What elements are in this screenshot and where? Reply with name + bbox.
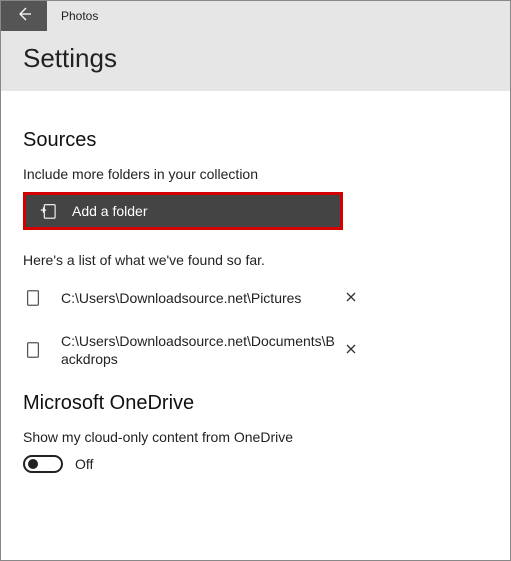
- remove-folder-button[interactable]: [339, 338, 363, 362]
- folder-path: C:\Users\Downloadsource.net\Documents\Ba…: [61, 332, 339, 368]
- sources-heading: Sources: [23, 129, 488, 152]
- sources-list-caption: Here's a list of what we've found so far…: [23, 252, 488, 268]
- add-folder-icon: [38, 202, 56, 220]
- app-title: Photos: [61, 9, 98, 23]
- close-icon: [346, 341, 356, 359]
- folder-row: C:\Users\Downloadsource.net\Pictures: [23, 286, 363, 310]
- onedrive-toggle[interactable]: [23, 455, 63, 473]
- folder-row: C:\Users\Downloadsource.net\Documents\Ba…: [23, 332, 363, 368]
- device-icon: [23, 289, 43, 307]
- arrow-left-icon: [16, 6, 32, 27]
- page-title: Settings: [23, 43, 510, 74]
- folder-path: C:\Users\Downloadsource.net\Pictures: [61, 289, 339, 307]
- titlebar: Photos Settings: [1, 1, 510, 91]
- onedrive-toggle-state: Off: [75, 456, 93, 472]
- sources-include-text: Include more folders in your collection: [23, 166, 488, 182]
- remove-folder-button[interactable]: [339, 286, 363, 310]
- add-folder-label: Add a folder: [72, 203, 148, 219]
- titlebar-top: Photos: [1, 1, 510, 31]
- back-button[interactable]: [1, 1, 47, 31]
- device-icon: [23, 341, 43, 359]
- content-area: Sources Include more folders in your col…: [1, 91, 510, 473]
- close-icon: [346, 289, 356, 307]
- add-folder-button[interactable]: Add a folder: [23, 192, 343, 230]
- onedrive-heading: Microsoft OneDrive: [23, 392, 488, 415]
- onedrive-toggle-row: Off: [23, 455, 488, 473]
- onedrive-description: Show my cloud-only content from OneDrive: [23, 429, 488, 445]
- toggle-knob: [28, 459, 38, 469]
